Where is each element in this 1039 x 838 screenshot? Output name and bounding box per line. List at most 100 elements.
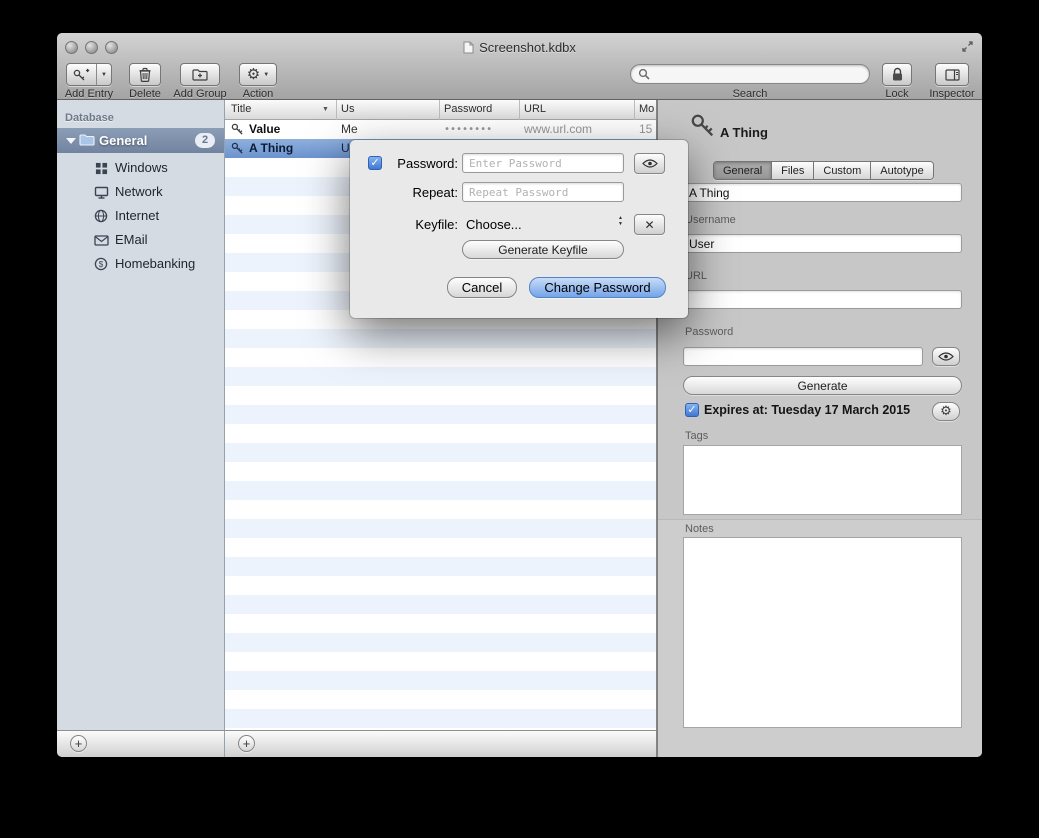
add-entry-dropdown-segment[interactable]: ▼	[96, 64, 111, 85]
generate-password-button[interactable]: Generate	[683, 376, 962, 395]
add-entry-button[interactable]: ▼	[66, 63, 112, 86]
notes-label: Notes	[685, 523, 714, 535]
lock-button[interactable]	[882, 63, 912, 86]
reveal-password-button[interactable]	[932, 347, 960, 366]
folder-icon	[79, 133, 95, 146]
internet-globe-icon	[93, 208, 109, 224]
dialog-reveal-password-button[interactable]	[634, 153, 665, 174]
toolbar-item-action: ⚙ ▼ Action	[233, 63, 283, 99]
password-field[interactable]	[683, 347, 923, 366]
column-divider[interactable]	[336, 100, 337, 120]
expires-label: Expires at: Tuesday 17 March 2015	[704, 403, 910, 417]
inspector-tabs: General Files Custom Autotype	[713, 161, 934, 180]
add-entry-plus-button[interactable]: +	[238, 735, 255, 752]
tab-autotype[interactable]: Autotype	[871, 162, 932, 179]
new-password-input[interactable]	[462, 153, 624, 173]
sidebar-item-label: Homebanking	[115, 256, 195, 271]
column-header-username[interactable]: Us	[341, 103, 354, 115]
tags-field[interactable]	[683, 445, 962, 515]
row-title: A Thing	[249, 141, 293, 155]
inspector-label: Inspector	[926, 88, 978, 100]
sidebar-item-general[interactable]: General 2	[57, 128, 224, 153]
add-entry-main-segment[interactable]	[67, 64, 96, 85]
cancel-button[interactable]: Cancel	[447, 277, 517, 298]
row-title: Value	[249, 122, 280, 136]
tab-files[interactable]: Files	[772, 162, 814, 179]
chevron-down-icon: ▼	[263, 72, 269, 78]
column-header-title[interactable]: Title	[231, 103, 251, 115]
expires-checkbox[interactable]: ✓	[685, 403, 699, 417]
tags-label: Tags	[685, 430, 708, 442]
column-header-password[interactable]: Password	[444, 103, 492, 115]
row-username: Me	[341, 122, 358, 136]
column-header-url[interactable]: URL	[524, 103, 546, 115]
column-header-modified[interactable]: Mo	[639, 103, 654, 115]
dialog-keyfile-label: Keyfile:	[380, 217, 458, 232]
list-header: Title ▼ Us Password URL Mo	[225, 100, 656, 120]
dialog-password-label: Password:	[380, 156, 458, 171]
column-divider[interactable]	[519, 100, 520, 120]
app-window: Screenshot.kdbx ▼ Add Entry Delete	[57, 33, 982, 757]
sidebar-item-internet[interactable]: Internet	[57, 204, 224, 228]
row-url: www.url.com	[524, 122, 592, 136]
sidebar-item-windows[interactable]: Windows	[57, 156, 224, 180]
row-password: ••••••••	[444, 124, 492, 135]
gear-icon: ⚙	[940, 405, 952, 418]
action-button[interactable]: ⚙ ▼	[239, 63, 277, 86]
repeat-password-input[interactable]	[462, 182, 624, 202]
entry-count-badge: 2	[195, 133, 215, 148]
sidebar-item-homebanking[interactable]: $ Homebanking	[57, 252, 224, 276]
fullscreen-icon[interactable]	[961, 40, 974, 53]
generate-keyfile-button[interactable]: Generate Keyfile	[462, 240, 624, 259]
stepper-icon[interactable]: ▲ ▼	[618, 215, 623, 227]
toolbar-item-add-entry: ▼ Add Entry	[63, 63, 115, 99]
inspector-button[interactable]	[935, 63, 969, 86]
username-field[interactable]	[683, 234, 962, 253]
sidebar-item-label: Network	[115, 184, 163, 199]
windows-icon	[93, 160, 109, 176]
search-label: Search	[630, 88, 870, 100]
sidebar-item-email[interactable]: EMail	[57, 228, 224, 252]
sort-descending-icon[interactable]: ▼	[322, 106, 329, 113]
key-icon	[231, 142, 244, 155]
add-group-label: Add Group	[170, 88, 230, 100]
action-label: Action	[233, 88, 283, 100]
row-modified: 15	[639, 122, 652, 136]
group-label: General	[99, 133, 147, 148]
change-password-dialog: ✓ Password: Repeat: Keyfile: Choose... ▲…	[350, 140, 688, 318]
tab-custom[interactable]: Custom	[814, 162, 871, 179]
notes-field[interactable]	[683, 537, 962, 728]
svg-text:$: $	[99, 260, 104, 269]
expires-settings-button[interactable]: ⚙	[932, 402, 960, 421]
notes-section: Notes	[658, 519, 982, 757]
column-divider[interactable]	[439, 100, 440, 120]
column-divider[interactable]	[634, 100, 635, 120]
search-icon	[638, 68, 650, 80]
delete-button[interactable]	[129, 63, 161, 86]
clear-keyfile-button[interactable]: ✕	[634, 214, 665, 235]
window-title: Screenshot.kdbx	[479, 40, 576, 55]
lock-icon	[891, 67, 904, 82]
table-row[interactable]: Value Me •••••••• www.url.com 15	[225, 120, 656, 139]
disclosure-triangle-icon[interactable]	[66, 138, 76, 144]
document-icon	[463, 41, 474, 54]
add-group-plus-button[interactable]: +	[70, 735, 87, 752]
add-group-button[interactable]	[180, 63, 220, 86]
inspector-panel-icon	[945, 69, 960, 81]
delete-label: Delete	[123, 88, 167, 100]
inspector-entry-title: A Thing	[720, 125, 768, 140]
keyfile-popup[interactable]: Choose...	[466, 217, 522, 232]
sidebar-item-network[interactable]: Network	[57, 180, 224, 204]
search-input[interactable]	[630, 64, 870, 84]
key-plus-icon	[73, 68, 90, 82]
sidebar-item-label: Windows	[115, 160, 168, 175]
change-password-button[interactable]: Change Password	[529, 277, 666, 298]
sidebar-section-header: Database	[65, 112, 114, 124]
key-icon	[231, 123, 244, 136]
tab-general[interactable]: General	[714, 162, 772, 179]
stepper-down-icon[interactable]: ▼	[618, 221, 623, 227]
eye-icon	[642, 159, 658, 168]
add-entry-label: Add Entry	[63, 88, 115, 100]
url-field[interactable]	[683, 290, 962, 309]
title-field[interactable]	[683, 183, 962, 202]
